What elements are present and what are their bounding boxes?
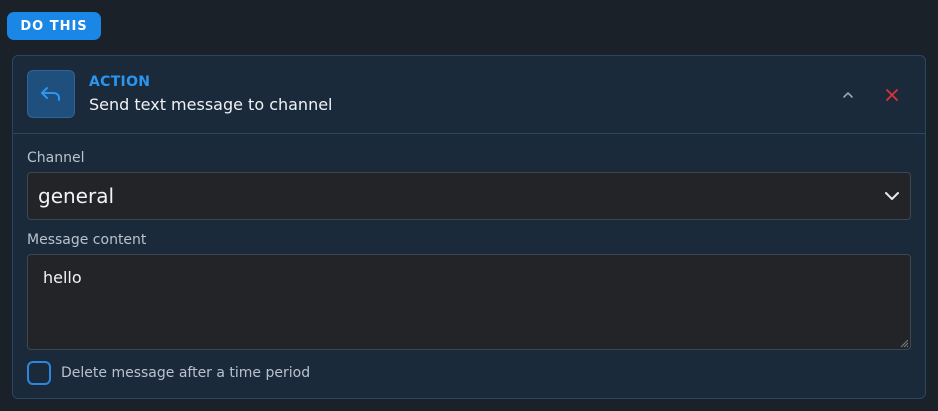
chevron-up-icon [843,92,853,98]
delete-after-label[interactable]: Delete message after a time period [61,365,310,381]
message-value: hello [43,268,82,287]
action-kicker: ACTION [89,74,151,90]
delete-after-checkbox[interactable] [27,361,51,385]
channel-value: general [38,184,115,208]
action-title: Send text message to channel [89,95,333,114]
action-card: ACTION Send text message to channel Chan… [12,55,926,399]
page: DO THIS ACTION Send text message to chan… [0,0,938,411]
reply-arrow-icon [27,70,75,118]
delete-after-row: Delete message after a time period [27,361,310,385]
channel-select[interactable]: general [27,172,911,220]
message-textarea[interactable]: hello [27,254,911,350]
channel-label: Channel [27,150,85,166]
do-this-button[interactable]: DO THIS [7,12,101,40]
chevron-down-icon [885,192,899,200]
resize-grip-icon[interactable] [899,338,909,348]
message-label: Message content [27,232,147,248]
action-card-header: ACTION Send text message to channel [13,56,925,134]
close-button[interactable] [881,84,903,106]
collapse-button[interactable] [837,84,859,106]
close-icon [886,89,898,101]
